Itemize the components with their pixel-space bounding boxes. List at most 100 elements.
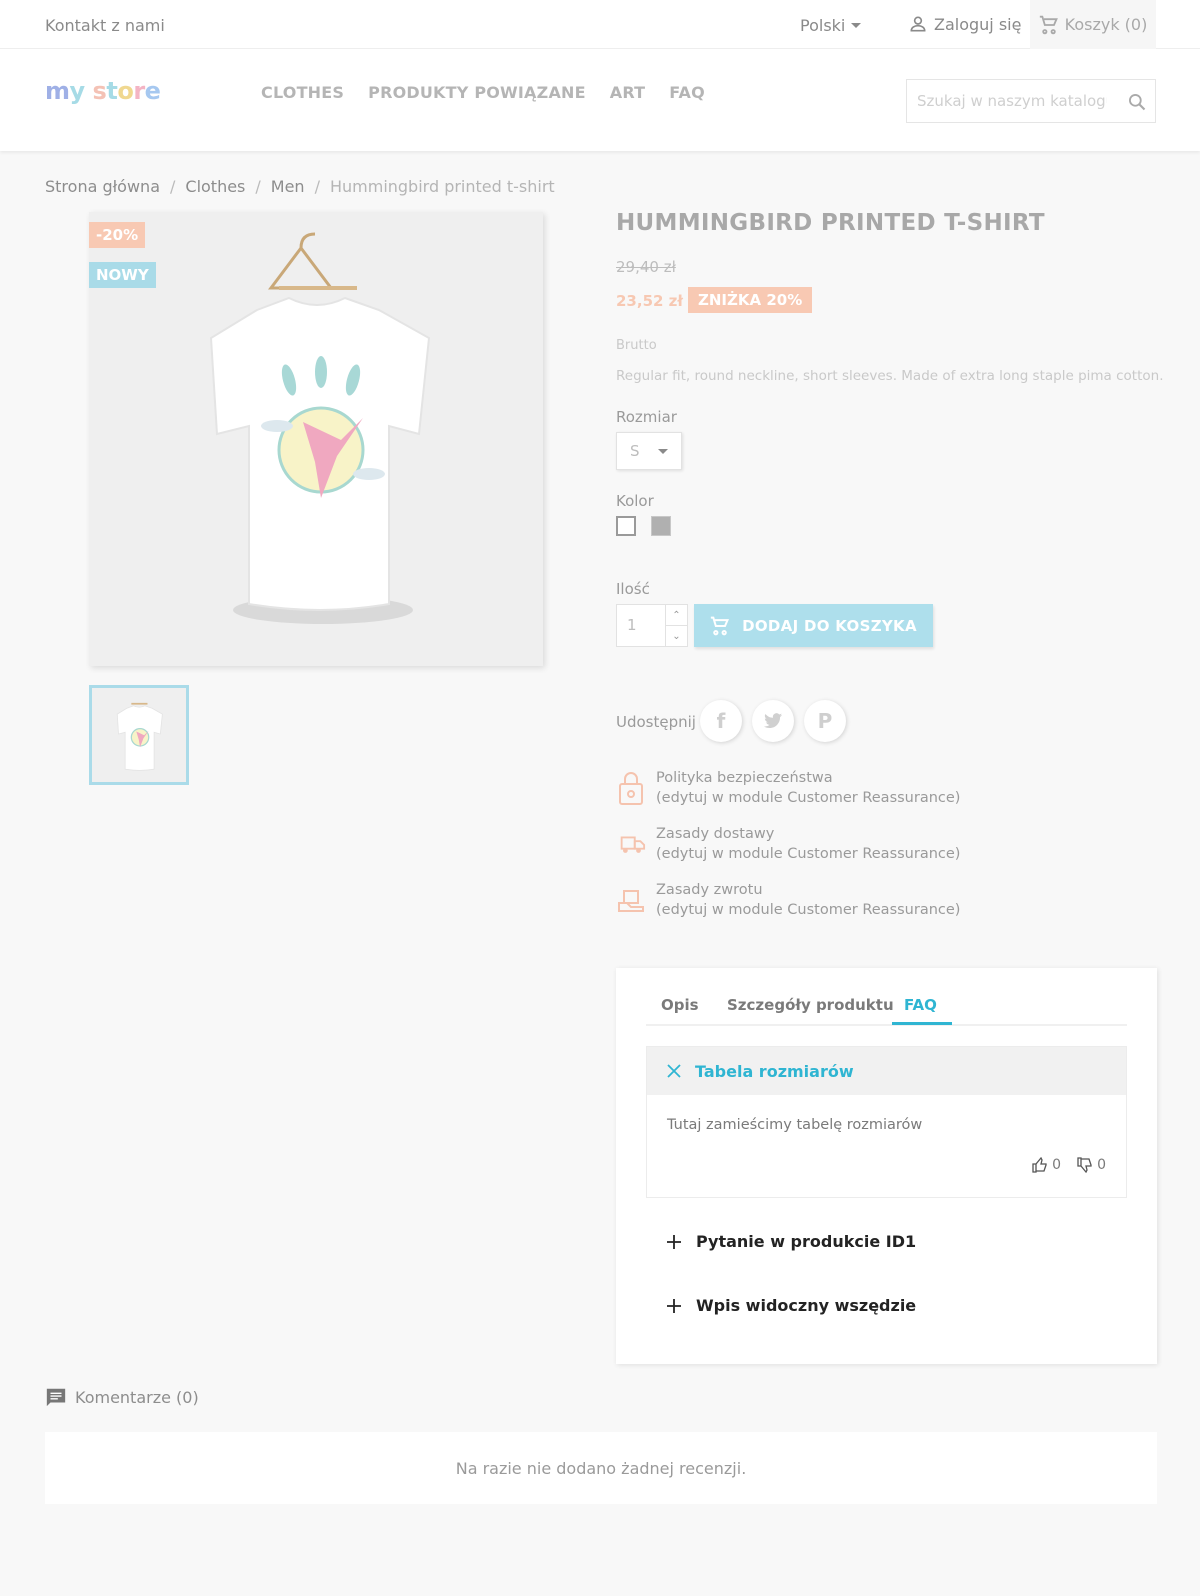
reassurance-title: Zasady dostawy (656, 826, 775, 842)
dislike-button[interactable]: 0 (1077, 1157, 1106, 1173)
quantity-stepper: 1 ⌃ ⌄ (616, 604, 688, 647)
add-to-cart-label: DODAJ DO KOSZYKA (742, 616, 917, 635)
breadcrumb-separator: / (314, 177, 320, 196)
thumbs-down-icon (1077, 1157, 1092, 1173)
search-box (906, 79, 1156, 123)
comments-title: Komentarze (0) (75, 1387, 199, 1407)
breadcrumb-current: Hummingbird printed t-shirt (329, 177, 555, 196)
login-link[interactable]: Zaloguj się (908, 14, 1021, 34)
faq-question: Wpis widoczny wszędzie (696, 1296, 917, 1315)
reassurance-item-returns: Zasady zwrotu (edytuj w module Customer R… (616, 880, 960, 920)
active-tab-indicator (892, 1022, 952, 1025)
reassurance-title: Zasady zwrotu (656, 882, 763, 898)
add-to-cart-button[interactable]: DODAJ DO KOSZYKA (694, 604, 933, 647)
store-logo[interactable]: my store (45, 77, 161, 105)
quantity-input[interactable]: 1 (627, 616, 637, 634)
short-description: Regular fit, round neckline, short sleev… (616, 368, 1164, 384)
tax-label: Brutto (616, 338, 657, 353)
faq-question-header[interactable]: Tabela rozmiarów (647, 1047, 1126, 1095)
login-label: Zaloguj się (934, 14, 1022, 34)
reassurance-item-security: Polityka bezpieczeństwa (edytuj w module … (616, 768, 960, 808)
tshirt-image (209, 232, 431, 624)
facebook-icon: f (716, 709, 726, 733)
discount-badge: ZNIŻKA 20% (688, 287, 813, 313)
faq-item-expanded: Tabela rozmiarów Tutaj zamieścimy tabelę… (646, 1046, 1127, 1198)
plus-icon (667, 1234, 681, 1249)
reassurance-sub: (edytuj w module Customer Reassurance) (656, 902, 961, 918)
product-title: HUMMINGBIRD PRINTED T-SHIRT (616, 210, 1045, 236)
reassurance-sub: (edytuj w module Customer Reassurance) (656, 846, 961, 862)
pinterest-share-button[interactable]: P (804, 700, 846, 742)
nav-item-clothes[interactable]: CLOTHES (261, 83, 344, 102)
nav-item-art[interactable]: ART (610, 83, 646, 102)
cart-label: Koszyk (0) (1064, 15, 1148, 34)
search-input[interactable] (907, 80, 1107, 122)
faq-item-collapsed[interactable]: Pytanie w produkcie ID1 (666, 1232, 916, 1251)
color-swatch-grey[interactable] (651, 516, 671, 536)
header: my store CLOTHES PRODUKTY POWIĄZANE ART … (0, 49, 1200, 151)
faq-question: Tabela rozmiarów (695, 1061, 854, 1081)
chevron-down-icon (851, 23, 862, 28)
product-main-image[interactable] (89, 212, 543, 666)
product-thumbnail[interactable] (89, 685, 189, 785)
comments-header: Komentarze (0) (45, 1386, 199, 1408)
comments-empty-box: Na razie nie dodano żadnej recenzji. (45, 1432, 1157, 1504)
breadcrumb-separator: / (255, 177, 261, 196)
search-icon[interactable] (1127, 92, 1147, 112)
decrement-button[interactable]: ⌄ (665, 626, 687, 647)
reassurance-sub: (edytuj w module Customer Reassurance) (656, 790, 961, 806)
tab-faq[interactable]: FAQ (904, 996, 937, 1014)
nav-item-related-products[interactable]: PRODUKTY POWIĄZANE (368, 83, 586, 102)
contact-link[interactable]: Kontakt z nami (45, 16, 165, 35)
language-label: Polski (800, 16, 846, 35)
tshirt-thumbnail-image (116, 702, 163, 771)
thumbs-up-icon (1032, 1157, 1047, 1173)
tab-description[interactable]: Opis (661, 996, 699, 1014)
like-count: 0 (1052, 1157, 1062, 1173)
lock-icon (616, 768, 646, 808)
color-swatch-white[interactable] (616, 516, 636, 536)
breadcrumb-separator: / (170, 177, 176, 196)
faq-answer: Tutaj zamieścimy tabelę rozmiarów (667, 1117, 923, 1133)
like-button[interactable]: 0 (1032, 1157, 1061, 1173)
nav-item-faq[interactable]: FAQ (669, 83, 705, 102)
product-tabs-card: Opis Szczegóły produktu FAQ Tabela rozmi… (616, 968, 1157, 1364)
new-flag: NOWY (89, 262, 156, 288)
breadcrumb-men[interactable]: Men (271, 177, 305, 196)
cart-button[interactable]: Koszyk (0) (1030, 0, 1156, 49)
size-select[interactable]: S (616, 432, 682, 470)
breadcrumb: Strona główna / Clothes / Men / Hummingb… (45, 177, 555, 196)
size-label: Rozmiar (616, 408, 677, 426)
plus-icon (667, 1298, 681, 1313)
faq-item-collapsed[interactable]: Wpis widoczny wszędzie (666, 1296, 916, 1315)
faq-votes: 0 0 (1032, 1157, 1106, 1173)
breadcrumb-clothes[interactable]: Clothes (185, 177, 245, 196)
language-selector[interactable]: Polski (800, 16, 862, 35)
reassurance-item-shipping: Zasady dostawy (edytuj w module Customer … (616, 824, 960, 864)
current-price: 23,52 zł (616, 292, 683, 310)
increment-button[interactable]: ⌃ (665, 605, 687, 626)
twitter-share-button[interactable] (752, 700, 794, 742)
truck-icon (616, 824, 646, 864)
comments-empty-text: Na razie nie dodano żadnej recenzji. (455, 1458, 747, 1478)
faq-question: Pytanie w produkcie ID1 (696, 1232, 917, 1251)
comment-icon (46, 1388, 66, 1407)
discount-flag: -20% (89, 222, 146, 248)
color-label: Kolor (616, 492, 654, 510)
reassurance-title: Polityka bezpieczeństwa (656, 770, 833, 786)
twitter-icon (763, 713, 783, 729)
top-bar: Kontakt z nami Polski Zaloguj się Koszyk… (0, 0, 1200, 49)
old-price: 29,40 zł (616, 258, 676, 276)
main-nav: CLOTHES PRODUKTY POWIĄZANE ART FAQ (261, 83, 705, 102)
close-icon[interactable] (667, 1064, 681, 1078)
size-value: S (630, 442, 640, 460)
quantity-label: Ilość (616, 580, 650, 598)
cart-icon (1039, 15, 1058, 34)
share-label: Udostępnij (616, 713, 696, 731)
facebook-share-button[interactable]: f (700, 700, 742, 742)
breadcrumb-home[interactable]: Strona główna (45, 177, 160, 196)
tab-product-details[interactable]: Szczegóły produktu (727, 996, 894, 1014)
return-box-icon (616, 880, 646, 920)
chevron-down-icon (657, 448, 668, 454)
user-icon (910, 16, 926, 32)
